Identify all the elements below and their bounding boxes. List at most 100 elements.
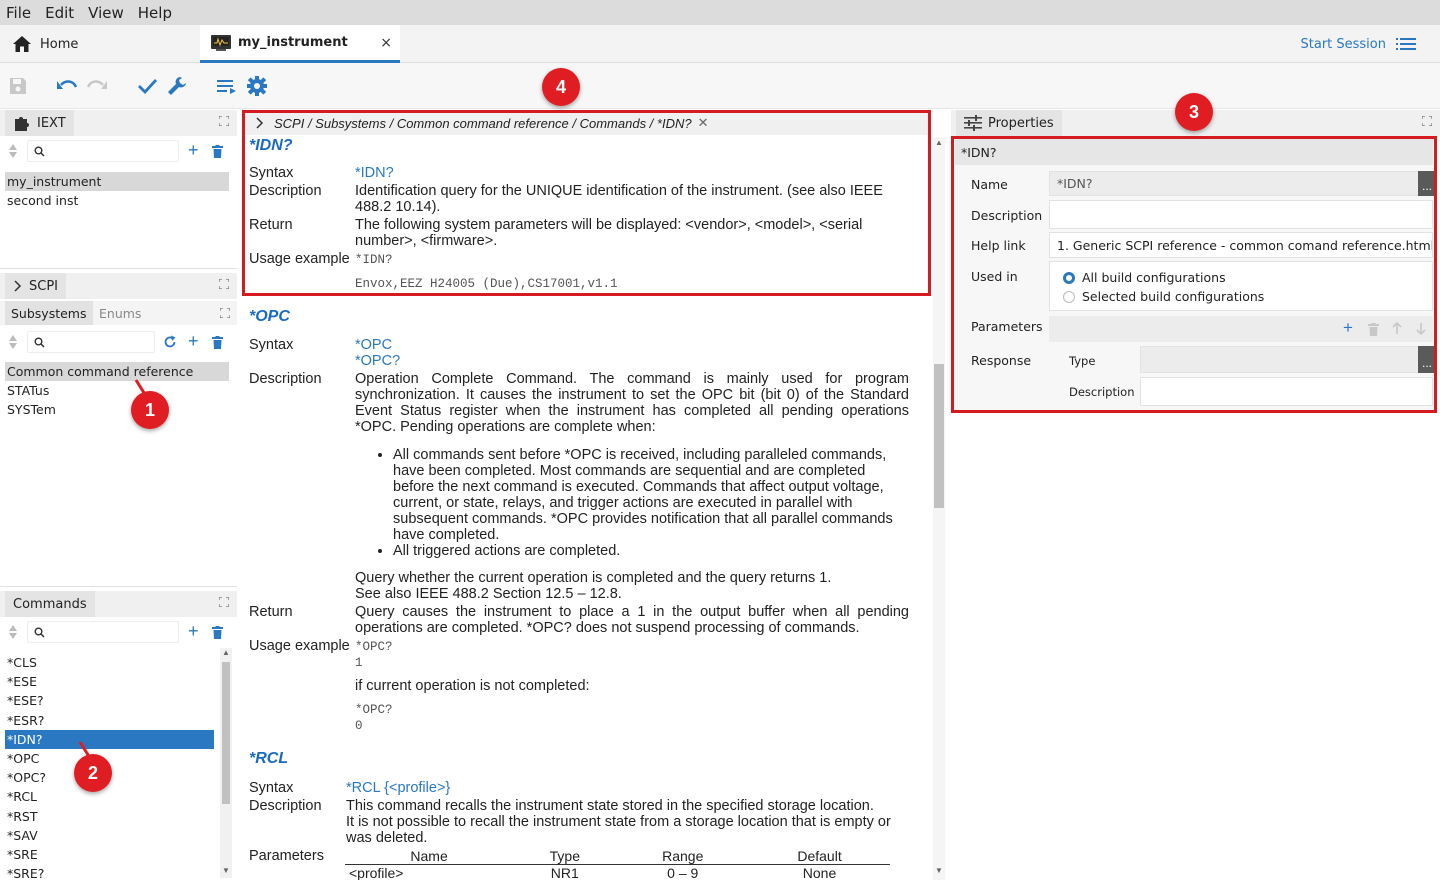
trash-icon[interactable]	[212, 336, 223, 349]
doc-label: Return	[249, 604, 293, 620]
scpi-panel-header: SCPI	[0, 273, 237, 299]
annotation-box-3	[951, 136, 1437, 413]
command-item[interactable]: *ESE	[5, 672, 214, 691]
instruments-tab[interactable]: IEXT	[5, 110, 74, 136]
command-item[interactable]: *ESE?	[5, 691, 214, 710]
subsystem-item-status[interactable]: STATus	[5, 381, 229, 400]
scroll-down-icon[interactable]: ▼	[935, 866, 943, 875]
start-session-button[interactable]: Start Session	[1300, 25, 1416, 63]
maximize-icon[interactable]	[219, 597, 229, 607]
doc-scrollbar[interactable]: ▲ ▼	[933, 138, 945, 880]
instruments-title: IEXT	[37, 115, 66, 131]
doc-description: This command recalls the instrument stat…	[346, 798, 874, 814]
menu-edit[interactable]: Edit	[45, 4, 74, 22]
commands-search-input[interactable]	[27, 621, 179, 643]
list-view-button[interactable]	[214, 73, 240, 99]
commands-tab[interactable]: Commands	[5, 591, 95, 617]
command-item[interactable]: *CLS	[5, 653, 214, 672]
scrollbar-thumb[interactable]	[934, 364, 944, 508]
command-item[interactable]: *SAV	[5, 826, 214, 845]
doc-label: Description	[249, 798, 322, 814]
tab-enums[interactable]: Enums	[93, 301, 147, 325]
parameters-table: Name Type Range Default <profile> NR1 0 …	[345, 848, 890, 880]
tab-home-label: Home	[40, 36, 79, 52]
undo-button[interactable]	[54, 73, 80, 99]
command-item-selected[interactable]: *IDN?	[5, 730, 214, 749]
add-icon[interactable]: +	[188, 621, 199, 642]
settings-button[interactable]	[244, 73, 270, 99]
subsystem-item-common[interactable]: Common command reference	[5, 362, 229, 381]
commands-scrollbar[interactable]: ▲ ▼	[220, 648, 232, 878]
doc-bullet: All commands sent before *OPC is receive…	[393, 447, 898, 543]
properties-tab[interactable]: Properties	[956, 110, 1062, 136]
menu-help[interactable]: Help	[138, 4, 172, 22]
scrollbar-thumb[interactable]	[222, 662, 230, 804]
maximize-icon[interactable]	[219, 116, 229, 126]
command-item[interactable]: *RCL	[5, 787, 214, 806]
wrench-icon	[168, 77, 186, 95]
sort-icon[interactable]	[8, 624, 18, 640]
maximize-icon[interactable]	[219, 279, 229, 289]
redo-button[interactable]	[84, 73, 110, 99]
check-icon	[138, 79, 158, 95]
scroll-up-icon[interactable]: ▲	[935, 138, 943, 147]
scroll-up-icon[interactable]: ▲	[222, 648, 230, 657]
check-button[interactable]	[134, 73, 160, 99]
panel-divider	[0, 268, 237, 269]
instrument-item-second-inst[interactable]: second inst	[5, 191, 229, 210]
commands-panel-header: Commands	[0, 591, 237, 617]
instrument-item-my-instrument[interactable]: my_instrument	[5, 172, 229, 191]
scpi-subtabs: Subsystems Enums	[0, 301, 237, 325]
instruments-panel-header: IEXT	[0, 110, 237, 136]
toolbar	[0, 63, 1440, 109]
doc-syntax-link[interactable]: *OPC	[355, 337, 911, 353]
menu-view[interactable]: View	[88, 4, 124, 22]
doc-title-opc: *OPC	[249, 308, 290, 325]
add-icon[interactable]: +	[188, 331, 199, 352]
panel-divider	[0, 586, 237, 587]
refresh-icon[interactable]	[163, 335, 177, 349]
scroll-down-icon[interactable]: ▼	[222, 866, 230, 875]
doc-syntax-link[interactable]: *RCL {<profile>}	[346, 780, 902, 796]
maximize-icon[interactable]	[220, 308, 230, 318]
instruments-search-input[interactable]	[27, 140, 179, 162]
menu-file[interactable]: File	[6, 4, 31, 22]
redo-icon	[86, 80, 107, 89]
doc-bullet: All triggered actions are completed.	[393, 543, 898, 559]
annotation-badge-3: 3	[1175, 93, 1213, 131]
doc-label: Description	[249, 371, 322, 387]
doc-label: Usage example	[249, 638, 350, 654]
tab-subsystems[interactable]: Subsystems	[5, 301, 93, 325]
add-icon[interactable]: +	[188, 140, 199, 161]
command-item[interactable]: *SRE?	[5, 864, 214, 878]
trash-icon[interactable]	[212, 145, 223, 158]
param-header: Type	[513, 848, 617, 865]
start-session-label: Start Session	[1300, 36, 1387, 52]
tab-home[interactable]: Home	[0, 25, 200, 63]
maximize-icon[interactable]	[1422, 116, 1432, 126]
param-header: Default	[749, 848, 890, 865]
tab-instrument-label: my_instrument	[238, 35, 348, 50]
scpi-search-input[interactable]	[27, 331, 155, 353]
sort-icon[interactable]	[8, 334, 18, 350]
trash-icon[interactable]	[212, 626, 223, 639]
doc-label: Parameters	[249, 848, 324, 864]
undo-icon	[57, 80, 78, 89]
list-icon	[1396, 38, 1416, 50]
scpi-tab[interactable]: SCPI	[5, 273, 67, 299]
tab-my-instrument[interactable]: my_instrument ×	[200, 25, 400, 63]
sort-icon[interactable]	[8, 143, 18, 159]
doc-usage: 0	[355, 719, 363, 733]
home-icon	[13, 36, 31, 52]
tab-close-icon[interactable]: ×	[380, 35, 392, 51]
instruments-search-row: +	[0, 138, 237, 164]
subsystem-item-system[interactable]: SYSTem	[5, 400, 229, 419]
command-item[interactable]: *RST	[5, 807, 214, 826]
save-button[interactable]	[5, 73, 31, 99]
doc-syntax-link[interactable]: *OPC?	[355, 353, 911, 369]
command-item[interactable]: *SRE	[5, 845, 214, 864]
build-button[interactable]	[164, 73, 190, 99]
properties-title: Properties	[988, 115, 1054, 131]
command-item[interactable]: *ESR?	[5, 711, 214, 730]
gear-icon	[247, 76, 267, 96]
